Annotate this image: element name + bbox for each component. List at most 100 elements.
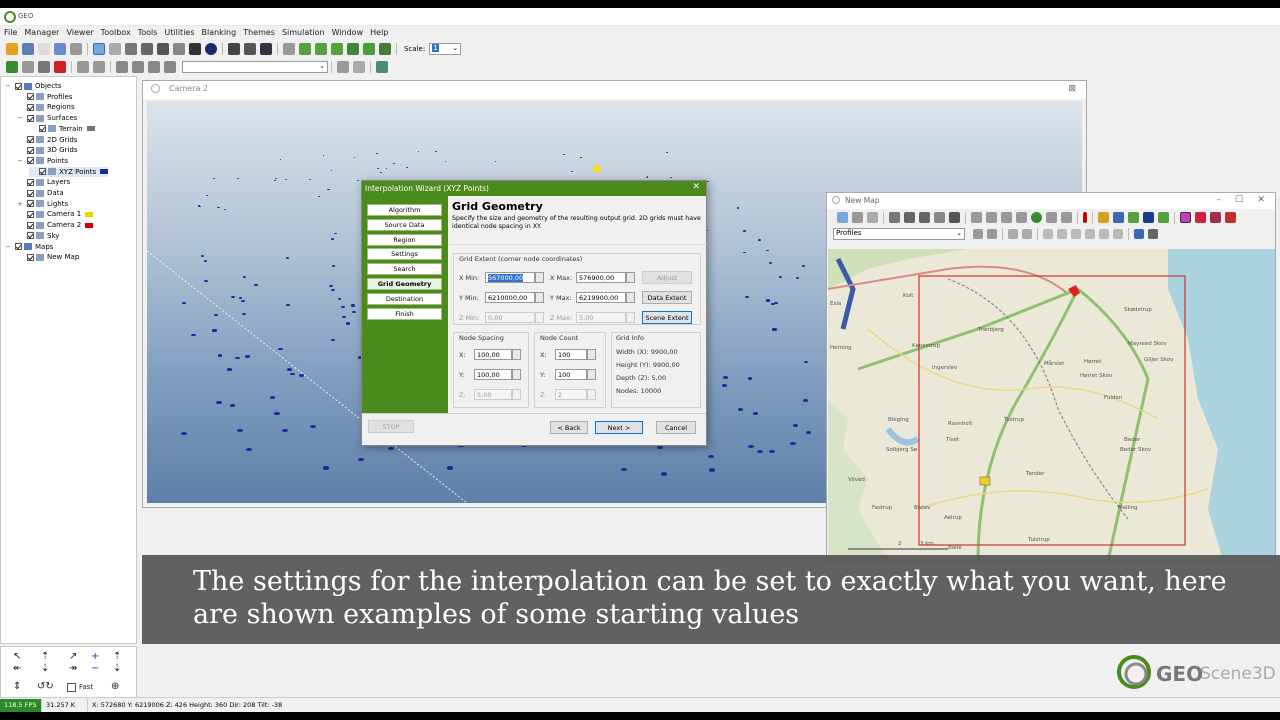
ymin-input[interactable]: 6210000,00 (485, 292, 535, 303)
wand-icon[interactable] (376, 60, 388, 73)
map-refresh-icon[interactable] (1158, 212, 1169, 223)
map-fly-icon[interactable] (934, 212, 945, 223)
delete-icon[interactable] (54, 60, 66, 73)
terrain-icon[interactable] (347, 42, 359, 55)
map-table-icon[interactable] (1148, 228, 1158, 239)
scissors-icon[interactable] (70, 42, 82, 55)
layer-select[interactable]: Profiles ⌄ (833, 227, 965, 240)
wizard-close-icon[interactable]: ✕ (692, 182, 700, 192)
info-icon[interactable] (205, 42, 217, 55)
visibility-checkbox[interactable] (27, 253, 34, 261)
spacing-x-spinner[interactable] (512, 349, 521, 360)
zoom-extent-icon[interactable]: ⊕ (111, 681, 119, 692)
zmin-spinner[interactable] (535, 312, 544, 323)
window-icon[interactable] (260, 42, 272, 55)
visibility-checkbox[interactable] (27, 136, 34, 143)
wizard-step-region[interactable]: Region (367, 233, 442, 246)
scale-select[interactable]: 1 ⌄ (429, 42, 462, 55)
wizard-step-settings[interactable]: Settings (367, 248, 442, 261)
arrow-right-icon[interactable]: ↠ (69, 663, 77, 674)
map-cut-icon[interactable] (1085, 228, 1095, 239)
wizard-step-finish[interactable]: Finish (367, 307, 442, 320)
map-tools-icon[interactable] (1210, 212, 1221, 223)
tree-item[interactable]: Sky (17, 231, 59, 241)
map-edit-icon[interactable] (1225, 212, 1236, 223)
tree-item[interactable]: Data (17, 188, 64, 198)
menu-toolbox[interactable]: Toolbox (101, 26, 136, 40)
plus-icon[interactable]: + (91, 651, 99, 662)
visibility-checkbox[interactable] (27, 221, 34, 229)
map-erase-icon[interactable] (987, 228, 997, 239)
count-x-spinner[interactable] (587, 349, 596, 360)
map-node-icon[interactable] (867, 212, 878, 223)
ymin-spinner[interactable] (535, 292, 544, 303)
map-reset-icon[interactable] (1099, 228, 1109, 239)
tree-item[interactable]: − Maps (5, 242, 53, 252)
tree-item[interactable]: Terrain (29, 124, 95, 134)
tree-item[interactable]: Camera 2 (17, 220, 94, 230)
visibility-checkbox[interactable] (27, 157, 34, 165)
map-globe-icon[interactable] (1031, 212, 1042, 223)
tree-item[interactable]: Regions (17, 102, 75, 112)
expand-icon[interactable]: − (5, 82, 13, 90)
spacing-y-input[interactable]: 100,00 (474, 369, 512, 380)
visibility-checkbox[interactable] (27, 232, 34, 240)
rotate-icon[interactable] (141, 42, 153, 55)
menu-manager[interactable]: Manager (24, 26, 64, 40)
visibility-checkbox[interactable] (27, 178, 34, 186)
pointer-icon[interactable] (93, 42, 105, 55)
select-icon[interactable] (109, 42, 121, 55)
spacing-x-input[interactable]: 100,00 (474, 349, 512, 360)
sink-icon[interactable]: ⇣ (113, 663, 121, 674)
pan-icon[interactable] (157, 42, 169, 55)
menu-blanking[interactable]: Blanking (202, 26, 242, 40)
arrow-up-right-icon[interactable]: ↗ (69, 651, 77, 662)
map-copy-icon[interactable] (1071, 228, 1081, 239)
tree-item[interactable]: Camera 1 (17, 209, 94, 219)
menu-simulation[interactable]: Simulation (282, 26, 330, 40)
count-y-spinner[interactable] (587, 369, 596, 380)
spacing-z-spinner[interactable] (512, 389, 521, 400)
layout-icon[interactable] (228, 42, 240, 55)
visibility-checkbox[interactable] (15, 243, 22, 250)
visibility-checkbox[interactable] (27, 210, 34, 218)
arrow-up-icon[interactable]: ⇡ (41, 651, 49, 662)
orbit-icon[interactable] (173, 42, 185, 55)
map-next-icon[interactable] (1061, 212, 1072, 223)
map-anchor-icon[interactable] (1134, 228, 1144, 239)
wizard-step-grid-geometry[interactable]: Grid Geometry (367, 278, 442, 290)
menu-utilities[interactable]: Utilities (164, 26, 199, 40)
arrow-left-icon[interactable]: ↞ (13, 663, 21, 674)
map-minimize-icon[interactable]: – (1217, 195, 1222, 205)
map-orbit-icon[interactable] (919, 212, 930, 223)
menu-file[interactable]: File (4, 26, 22, 40)
expand-icon[interactable]: + (17, 200, 25, 208)
tree-item[interactable]: + Lights (17, 199, 68, 209)
count-z-input[interactable]: 2 (555, 389, 587, 400)
wizard-step-destination[interactable]: Destination (367, 292, 442, 305)
map-marker-icon[interactable] (1083, 212, 1087, 223)
wizard-step-source-data[interactable]: Source Data (367, 218, 442, 231)
play-icon[interactable] (116, 60, 128, 73)
visibility-checkbox[interactable] (27, 114, 34, 122)
surface-icon[interactable] (331, 42, 343, 55)
map-cross-icon[interactable] (949, 212, 960, 223)
ymax-spinner[interactable] (626, 292, 635, 303)
back-button[interactable]: < Back (550, 421, 588, 434)
map-canvas[interactable]: Herning Kolt Esla Tranbjerg Ingerslev Mårslet… (828, 249, 1275, 561)
map-layer-icon[interactable] (1098, 212, 1109, 223)
new-icon[interactable] (6, 42, 18, 55)
map-stack-icon[interactable] (1113, 212, 1124, 223)
rotate-left-icon[interactable]: ↺↻ (37, 681, 54, 692)
save-icon[interactable] (22, 42, 34, 55)
map-zoom-in-icon[interactable] (986, 212, 997, 223)
map-rotate-icon[interactable] (904, 212, 915, 223)
up-arrow-icon[interactable] (77, 60, 89, 73)
count-y-input[interactable]: 100 (555, 369, 587, 380)
profile-icon[interactable] (299, 42, 311, 55)
visibility-checkbox[interactable] (27, 103, 34, 111)
arrow-up-left-icon[interactable]: ↖ (13, 651, 21, 662)
disk-icon[interactable] (22, 60, 34, 73)
count-z-spinner[interactable] (587, 389, 596, 400)
menu-themes[interactable]: Themes (243, 26, 280, 40)
